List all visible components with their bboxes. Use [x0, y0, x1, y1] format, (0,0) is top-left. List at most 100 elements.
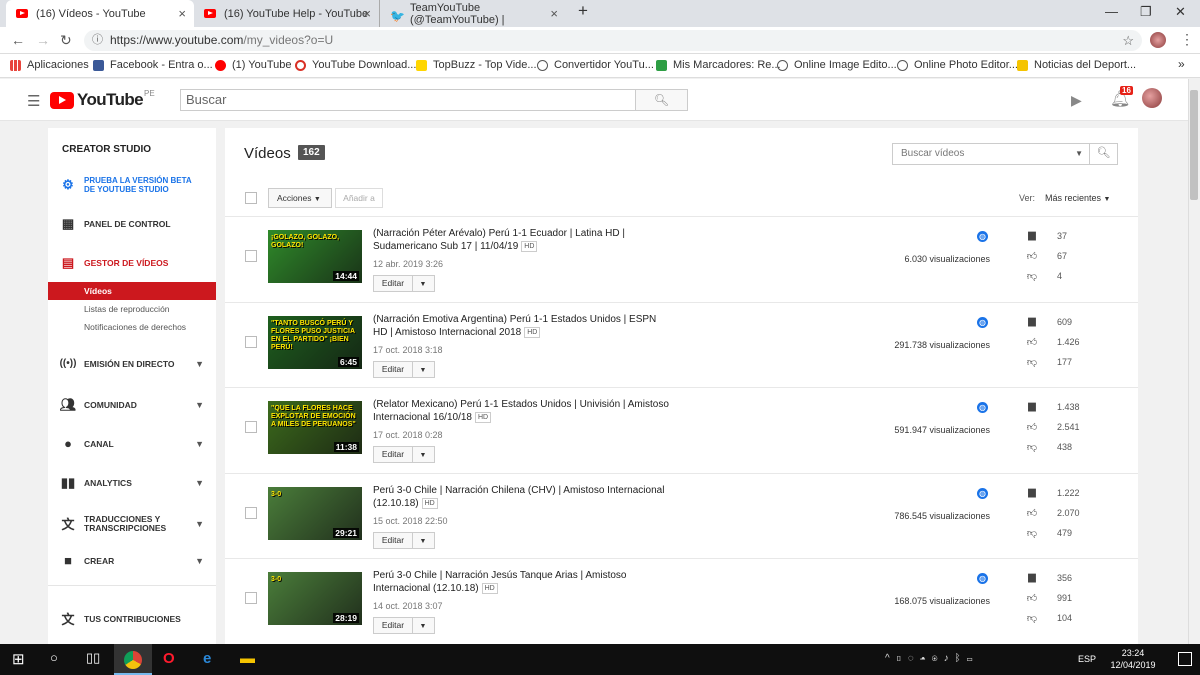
minimize-icon[interactable]: —: [1105, 4, 1118, 19]
edit-button[interactable]: Editar ▼: [373, 361, 435, 378]
sidebar-item-live[interactable]: ((•)) EMISIÓN EN DIRECTO ▼: [48, 358, 216, 369]
likes-stat[interactable]: 👍︎ 1.426: [1025, 336, 1080, 348]
sidebar-item-dashboard[interactable]: ▦ PANEL DE CONTROL: [48, 216, 216, 232]
task-view-icon[interactable]: ▯▯: [86, 650, 100, 666]
likes-stat[interactable]: 👍︎ 991: [1025, 592, 1072, 604]
profile-avatar[interactable]: [1150, 32, 1166, 48]
video-thumbnail[interactable]: 3-0 29:21: [268, 487, 362, 540]
reload-icon[interactable]: ↻: [60, 32, 72, 49]
bookmark-item[interactable]: Aplicaciones: [10, 59, 89, 71]
sidebar-item-community[interactable]: 👥︎ COMUNIDAD ▼: [48, 397, 216, 413]
search-button[interactable]: 🔍︎: [635, 89, 688, 111]
add-to-button[interactable]: Añadir a: [335, 188, 383, 208]
close-icon[interactable]: ×: [363, 6, 371, 21]
chevron-up-icon[interactable]: ^: [885, 653, 896, 664]
clock[interactable]: 23:24 12/04/2019: [1110, 647, 1156, 671]
bookmark-item[interactable]: YouTube Download...: [295, 59, 416, 71]
comments-stat[interactable]: ▆ 609: [1025, 316, 1072, 327]
close-icon[interactable]: ×: [550, 6, 558, 21]
likes-stat[interactable]: 👍︎ 67: [1025, 250, 1067, 262]
bookmark-item[interactable]: Online Photo Editor...: [897, 59, 1018, 71]
edit-button[interactable]: Editar ▼: [373, 617, 435, 634]
video-thumbnail[interactable]: "QUE LA FLORES HACE EXPLOTAR DE EMOCIÓN …: [268, 401, 362, 454]
language-indicator[interactable]: ESP: [1078, 654, 1096, 664]
sidebar-item-analytics[interactable]: ▮▮ ANALYTICS ▼: [48, 475, 216, 491]
search-icon[interactable]: 🔍︎: [1089, 143, 1117, 165]
notification-center-icon[interactable]: [1178, 652, 1192, 666]
video-thumbnail[interactable]: 3-0 28:19: [268, 572, 362, 625]
notifications-bell-icon[interactable]: 🔔︎ 16: [1110, 86, 1133, 109]
bookmark-item[interactable]: Mis Marcadores: Re...: [656, 59, 781, 71]
dislikes-stat[interactable]: 👎︎ 177: [1025, 356, 1072, 368]
sidebar-item-translations[interactable]: 文 TRADUCCIONES Y TRANSCRIPCIONES ▼: [48, 514, 216, 533]
bookmark-item[interactable]: (1) YouTube: [215, 59, 292, 71]
select-all-checkbox[interactable]: [245, 192, 257, 204]
close-icon[interactable]: ×: [178, 6, 186, 21]
video-checkbox[interactable]: [245, 250, 257, 262]
volume-icon[interactable]: ♪: [944, 653, 955, 664]
video-title-link[interactable]: (Narración Emotiva Argentina) Perú 1-1 E…: [373, 313, 673, 339]
dislikes-stat[interactable]: 👎︎ 479: [1025, 527, 1072, 539]
battery-icon[interactable]: ▭: [967, 653, 979, 664]
bookmark-item[interactable]: Convertidor YouTu...: [537, 59, 654, 71]
edge-icon[interactable]: e: [203, 650, 211, 667]
browser-tab[interactable]: 🐦 TeamYouTube (@TeamYouTube) | ×: [380, 0, 566, 27]
back-icon[interactable]: ←: [11, 32, 25, 48]
edit-button[interactable]: Editar ▼: [373, 275, 435, 292]
chevron-down-icon[interactable]: ▼: [1075, 144, 1083, 164]
chrome-icon[interactable]: [124, 651, 142, 669]
chevron-down-icon[interactable]: ▼: [413, 448, 433, 463]
bookmark-item[interactable]: TopBuzz - Top Vide...: [416, 59, 537, 71]
comments-stat[interactable]: ▆ 37: [1025, 230, 1067, 241]
comments-stat[interactable]: ▆ 1.222: [1025, 487, 1079, 498]
sort-dropdown[interactable]: Más recientes ▼: [1045, 193, 1110, 203]
avatar[interactable]: [1142, 88, 1162, 108]
bookmark-star-icon[interactable]: ☆: [1122, 30, 1134, 51]
search-icon[interactable]: ○: [50, 650, 58, 665]
beta-studio-link[interactable]: ⚙ PRUEBA LA VERSIÓN BETA DE YOUTUBE STUD…: [48, 176, 216, 194]
window-close-icon[interactable]: ✕: [1175, 4, 1186, 20]
chevron-down-icon[interactable]: ▼: [413, 534, 433, 549]
sidebar-item-channel[interactable]: ● CANAL ▼: [48, 436, 216, 451]
sidebar-item-video-manager[interactable]: ▤ GESTOR DE VÍDEOS: [48, 255, 216, 271]
youtube-logo[interactable]: YouTube PE: [50, 89, 155, 110]
windows-start-icon[interactable]: ⊞: [12, 650, 25, 668]
upload-video-icon[interactable]: ▶︎: [1071, 92, 1082, 109]
system-tray[interactable]: ^▯◌☁◉♪ᛒ▭: [885, 653, 979, 664]
url-input[interactable]: ⓘ https://www.youtube.com/my_videos?o=U …: [84, 30, 1142, 51]
video-title-link[interactable]: Perú 3-0 Chile | Narración Chilena (CHV)…: [373, 484, 673, 510]
hamburger-menu-icon[interactable]: ☰: [27, 92, 40, 110]
scrollbar-thumb[interactable]: [1190, 90, 1198, 200]
sidebar-item-contributions[interactable]: 文 TUS CONTRIBUCIONES: [48, 609, 216, 628]
chevron-down-icon[interactable]: ▼: [413, 363, 433, 378]
sidebar-sub-videos[interactable]: Vídeos: [48, 282, 216, 300]
video-checkbox[interactable]: [245, 421, 257, 433]
bookmark-item[interactable]: Facebook - Entra o...: [93, 59, 213, 71]
video-checkbox[interactable]: [245, 336, 257, 348]
forward-icon[interactable]: →: [36, 32, 50, 48]
edit-button[interactable]: Editar ▼: [373, 532, 435, 549]
video-thumbnail[interactable]: "TANTO BUSCÓ PERÚ Y FLORES PUSO JUSTICIA…: [268, 316, 362, 369]
bluetooth-icon[interactable]: ᛒ: [955, 653, 967, 664]
video-title-link[interactable]: Perú 3-0 Chile | Narración Jesús Tanque …: [373, 569, 673, 595]
maximize-icon[interactable]: ❐: [1140, 4, 1152, 20]
sidebar-item-create[interactable]: ■ CREAR ▼: [48, 553, 216, 568]
sidebar-sub-copyright[interactable]: Notificaciones de derechos: [48, 318, 216, 336]
video-thumbnail[interactable]: ¡GOLAZO, GOLAZO, GOLAZO! 14:44: [268, 230, 362, 283]
file-explorer-icon[interactable]: ▬: [240, 650, 255, 667]
search-input[interactable]: Buscar: [180, 89, 636, 111]
bookmark-item[interactable]: Noticias del Deport...: [1017, 59, 1136, 71]
more-bookmarks-icon[interactable]: »: [1178, 57, 1185, 71]
dislikes-stat[interactable]: 👎︎ 438: [1025, 441, 1072, 453]
chevron-down-icon[interactable]: ▼: [413, 619, 433, 634]
likes-stat[interactable]: 👍︎ 2.541: [1025, 421, 1080, 433]
wifi-icon[interactable]: ◉: [932, 653, 944, 664]
browser-tab[interactable]: (16) Vídeos - YouTube ×: [6, 0, 194, 27]
device-icon[interactable]: ▯: [896, 653, 908, 664]
comments-stat[interactable]: ▆ 1.438: [1025, 401, 1079, 412]
chevron-down-icon[interactable]: ▼: [413, 277, 433, 292]
video-title-link[interactable]: (Relator Mexicano) Perú 1-1 Estados Unid…: [373, 398, 673, 424]
search-videos-input[interactable]: Buscar vídeos ▼ 🔍︎: [892, 143, 1118, 165]
bookmark-item[interactable]: Online Image Edito...: [777, 59, 897, 71]
edit-button[interactable]: Editar ▼: [373, 446, 435, 463]
